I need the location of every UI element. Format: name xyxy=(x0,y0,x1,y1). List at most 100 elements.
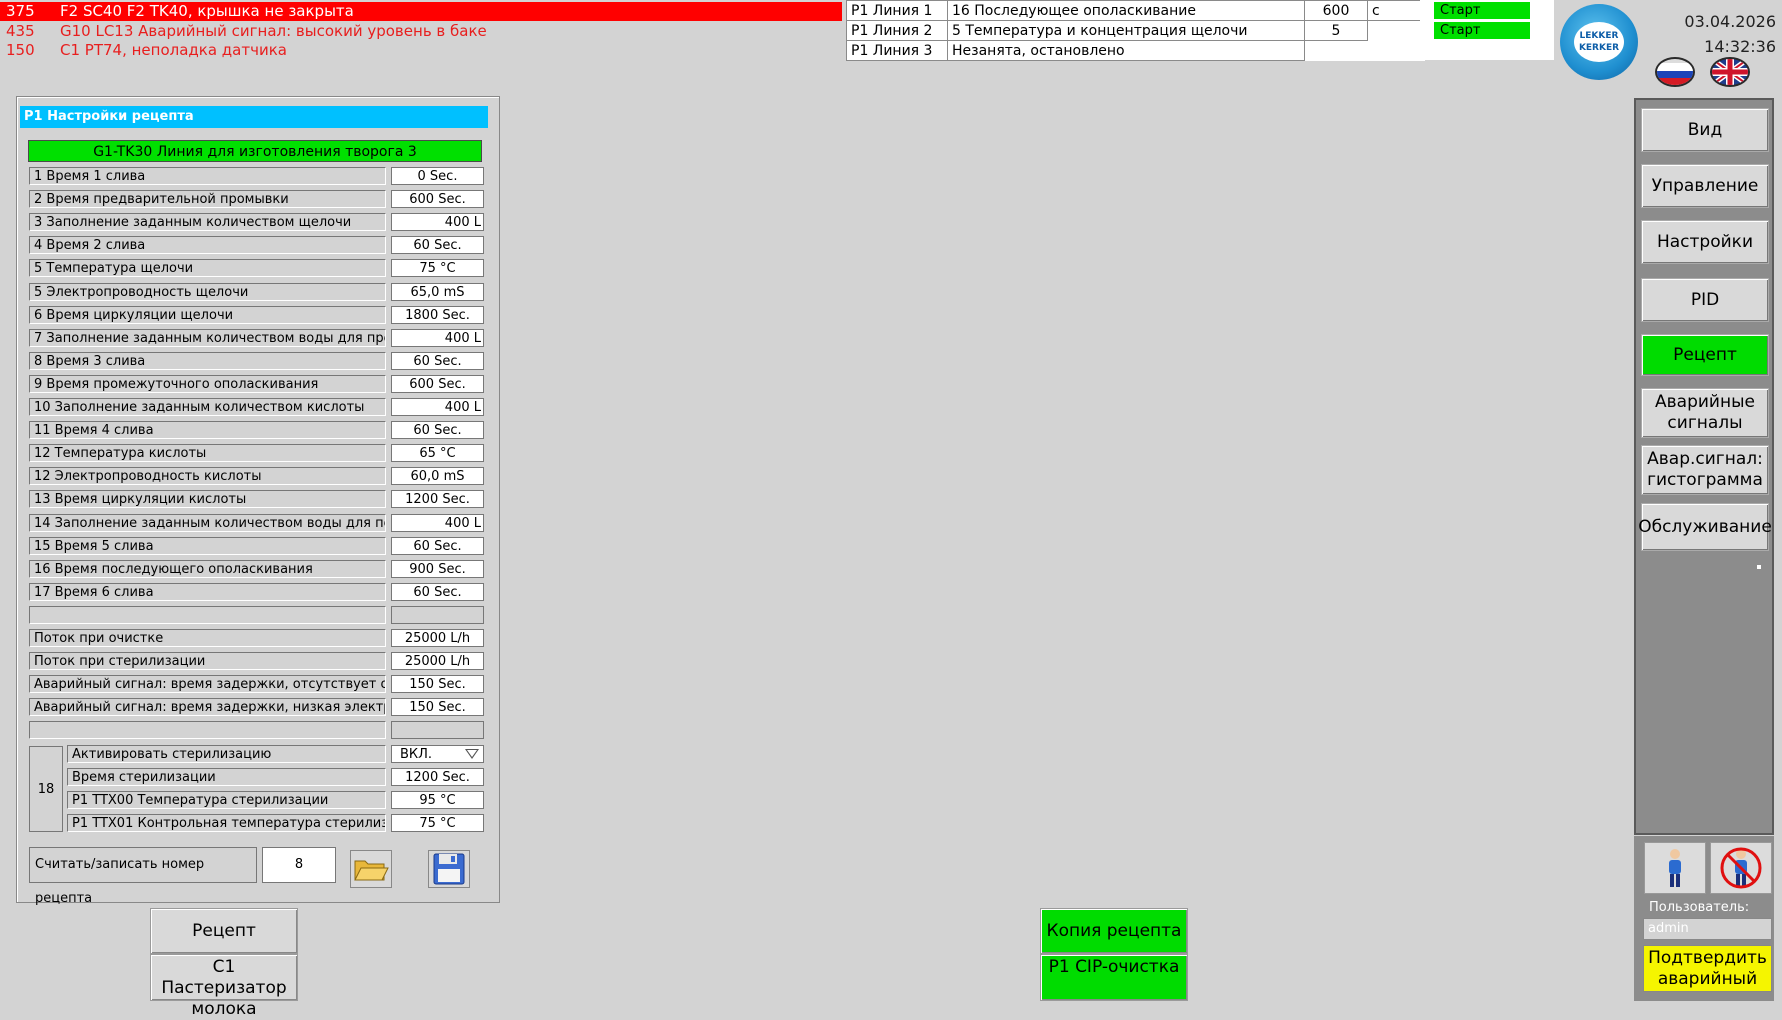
line-step: 16 Последующее ополаскивание xyxy=(947,0,1305,21)
line-name: P1 Линия 3 xyxy=(846,40,948,61)
user-icon[interactable] xyxy=(1644,842,1706,894)
line-value xyxy=(1305,41,1368,61)
param-label: 11 Время 4 слива xyxy=(29,421,386,439)
line1-start-button[interactable]: Старт xyxy=(1434,2,1530,19)
english-flag-icon[interactable] xyxy=(1710,57,1750,87)
param-label: 7 Заполнение заданным количеством воды д… xyxy=(29,329,386,347)
panel-title: P1 Настройки рецепта xyxy=(20,106,488,128)
alarm-number: 150 xyxy=(6,41,35,59)
param-value-field[interactable]: 1800 Sec. xyxy=(391,306,484,324)
empty-value xyxy=(391,721,484,739)
param-value-field[interactable]: 75 °C xyxy=(391,259,484,277)
param-label: 12 Температура кислоты xyxy=(29,444,386,462)
param-label: 17 Время 6 слива xyxy=(29,583,386,601)
param-value-field[interactable]: 1200 Sec. xyxy=(391,768,484,786)
param-label: 8 Время 3 слива xyxy=(29,352,386,370)
empty-label xyxy=(29,721,386,739)
line2-start-button[interactable]: Старт xyxy=(1434,22,1530,39)
current-time: 14:32:36 xyxy=(1704,37,1776,56)
param-label: 4 Время 2 слива xyxy=(29,236,386,254)
param-value-field[interactable]: 65,0 mS xyxy=(391,283,484,301)
table-row[interactable]: P1 Линия 3 Незанята, остановлено xyxy=(846,40,1425,61)
param-label: Поток при очистке xyxy=(29,629,386,647)
param-label: Поток при стерилизации xyxy=(29,652,386,670)
alarm-number: 435 xyxy=(6,22,35,40)
table-row[interactable]: P1 Линия 2 5 Температура и концентрация … xyxy=(846,20,1425,41)
sidebar-item-2[interactable]: Управление xyxy=(1641,164,1769,208)
table-row[interactable]: P1 Линия 1 16 Последующее ополаскивание … xyxy=(846,0,1425,21)
sidebar-item-1[interactable]: Вид xyxy=(1641,108,1769,152)
param-value-field[interactable]: 60 Sec. xyxy=(391,352,484,370)
recipe-number-label: Считать/записать номер рецепта xyxy=(29,847,257,906)
open-folder-icon[interactable] xyxy=(350,850,392,888)
param-label: 6 Время циркуляции щелочи xyxy=(29,306,386,324)
param-value-field[interactable]: 400 L xyxy=(391,398,484,416)
param-label: 5 Электропроводность щелочи xyxy=(29,283,386,301)
sidebar-item-8[interactable]: Обслуживание xyxy=(1638,503,1772,551)
activate-sterilization-dropdown[interactable]: ВКЛ. xyxy=(391,745,484,763)
sidebar-item-6[interactable]: Аварийные сигналы xyxy=(1641,388,1769,438)
param-value-field[interactable]: 25000 L/h xyxy=(391,652,484,670)
param-value-field[interactable]: 400 L xyxy=(391,514,484,532)
line-value: 5 xyxy=(1304,20,1368,41)
sidebar-item-5[interactable]: Рецепт xyxy=(1641,334,1769,376)
param-value-field[interactable]: 400 L xyxy=(391,329,484,347)
confirm-alarm-button[interactable]: Подтвердить аварийный сигнал xyxy=(1643,945,1772,992)
save-icon[interactable] xyxy=(428,850,470,888)
group-number: 18 xyxy=(29,746,63,832)
current-date: 03.04.2026 xyxy=(1684,12,1776,31)
param-value-field[interactable]: 150 Sec. xyxy=(391,698,484,716)
alarm-number: 375 xyxy=(6,2,35,20)
alarm-text: C1 PT74, неполадка датчика xyxy=(60,41,287,59)
param-label: 13 Время циркуляции кислоты xyxy=(29,490,386,508)
alarm-text: G10 LC13 Аварийный сигнал: высокий урове… xyxy=(60,22,487,40)
param-label: 9 Время промежуточного ополаскивания xyxy=(29,375,386,393)
param-value-field[interactable]: 60 Sec. xyxy=(391,421,484,439)
param-value-field[interactable]: 95 °C xyxy=(391,791,484,809)
pasteurizer-button[interactable]: C1 Пастеризатор молока xyxy=(150,954,298,1019)
param-value-field[interactable]: 65 °C xyxy=(391,444,484,462)
param-value-field[interactable]: 0 Sec. xyxy=(391,167,484,185)
cip-cleaning-button[interactable]: P1 CIP-очистка xyxy=(1040,954,1188,1001)
param-value-field[interactable]: 150 Sec. xyxy=(391,675,484,693)
company-logo: LEKKER KERKER xyxy=(1560,4,1638,80)
copy-recipe-button[interactable]: Копия рецепта xyxy=(1040,908,1188,954)
sidebar-item-3[interactable]: Настройки xyxy=(1641,220,1769,264)
param-label: P1 TTX01 Контрольная температура стерили… xyxy=(67,814,386,832)
sidebar-item-4[interactable]: PID xyxy=(1641,278,1769,322)
param-label: 5 Температура щелочи xyxy=(29,259,386,277)
russian-flag-icon[interactable] xyxy=(1655,57,1695,87)
empty-label xyxy=(29,606,386,624)
param-value-field[interactable]: 60,0 mS xyxy=(391,467,484,485)
sidebar-item-7[interactable]: Авар.сигнал: гистограмма xyxy=(1641,445,1769,495)
param-label: 10 Заполнение заданным количеством кисло… xyxy=(29,398,386,416)
chevron-down-icon xyxy=(465,749,479,759)
param-value-field[interactable]: 60 Sec. xyxy=(391,583,484,601)
line-unit xyxy=(1368,41,1425,61)
param-label: 14 Заполнение заданным количеством воды … xyxy=(29,514,386,532)
line-name: P1 Линия 2 xyxy=(846,20,948,41)
param-value-field[interactable]: 75 °C xyxy=(391,814,484,832)
production-line-name: G1-TK30 Линия для изготовления творога 3 xyxy=(28,140,482,162)
param-value-field[interactable]: 400 L xyxy=(391,213,484,231)
line-step: Незанята, остановлено xyxy=(947,40,1305,61)
marker-dot xyxy=(1757,565,1761,569)
param-value-field[interactable]: 1200 Sec. xyxy=(391,490,484,508)
activate-sterilization-label: Активировать стерилизацию xyxy=(67,745,386,763)
line-name: P1 Линия 1 xyxy=(846,0,948,21)
param-value-field[interactable]: 600 Sec. xyxy=(391,375,484,393)
recipe-button[interactable]: Рецепт xyxy=(150,908,298,954)
param-value-field[interactable]: 60 Sec. xyxy=(391,236,484,254)
param-value-field[interactable]: 900 Sec. xyxy=(391,560,484,578)
param-value-field[interactable]: 25000 L/h xyxy=(391,629,484,647)
param-label: 15 Время 5 слива xyxy=(29,537,386,555)
alarm-text: F2 SC40 F2 TK40, крышка не закрыта xyxy=(60,2,354,20)
logout-icon[interactable] xyxy=(1710,842,1772,894)
alarm-row-active[interactable]: 375 F2 SC40 F2 TK40, крышка не закрыта xyxy=(0,2,842,21)
recipe-number-input[interactable]: 8 xyxy=(262,847,336,883)
param-label: Время стерилизации xyxy=(67,768,386,786)
lines-status-table: P1 Линия 1 16 Последующее ополаскивание … xyxy=(846,0,1425,61)
empty-value xyxy=(391,606,484,624)
param-value-field[interactable]: 600 Sec. xyxy=(391,190,484,208)
param-value-field[interactable]: 60 Sec. xyxy=(391,537,484,555)
